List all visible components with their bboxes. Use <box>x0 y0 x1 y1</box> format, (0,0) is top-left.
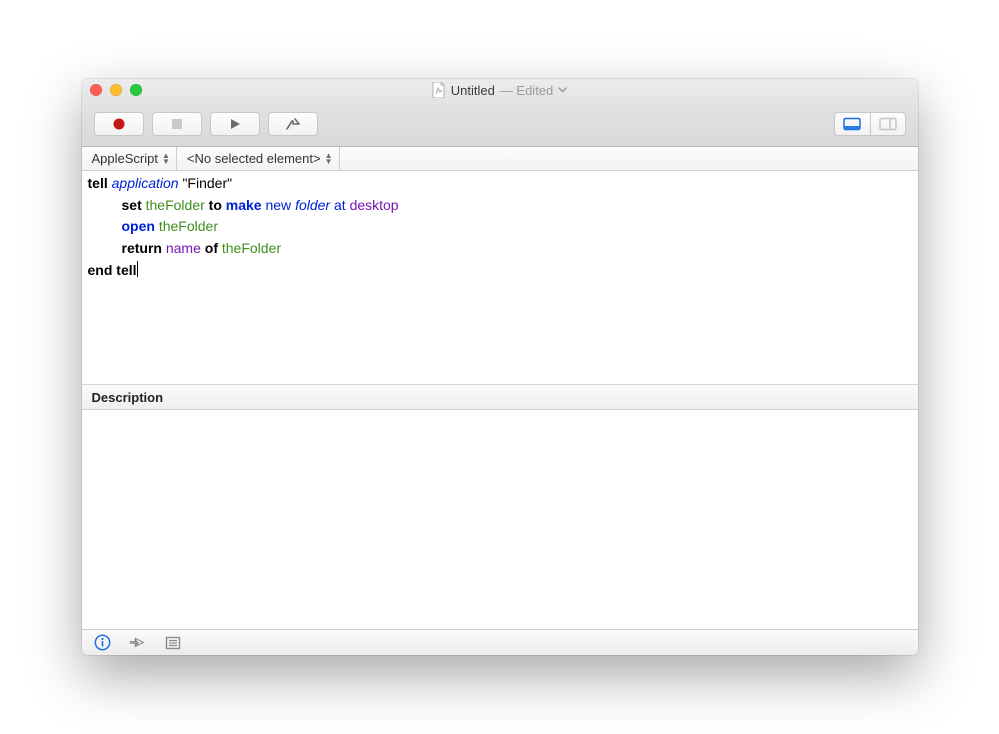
run-button[interactable] <box>210 112 260 136</box>
code-line-3: open theFolder <box>88 218 219 234</box>
document-proxy-icon <box>432 82 446 98</box>
navigation-bar: AppleScript ▲▼ <No selected element> ▲▼ <box>82 147 918 171</box>
zoom-window-button[interactable] <box>130 84 142 96</box>
window-title: Untitled — Edited <box>82 82 918 98</box>
text-cursor <box>137 261 138 277</box>
editor-view-button[interactable] <box>834 112 870 136</box>
code-line-5: end tell <box>88 262 138 278</box>
edited-indicator: — Edited <box>500 83 553 98</box>
log-pane-button[interactable] <box>165 636 181 650</box>
stepper-icon: ▲▼ <box>325 153 333 165</box>
script-editor-window: Untitled — Edited <box>82 79 918 655</box>
stop-button[interactable] <box>152 112 202 136</box>
language-label: AppleScript <box>92 151 158 166</box>
titlebar[interactable]: Untitled — Edited <box>82 79 918 101</box>
description-label: Description <box>92 390 164 405</box>
code-line-4: return name of theFolder <box>88 240 282 256</box>
language-popup[interactable]: AppleScript ▲▼ <box>82 147 177 170</box>
document-name: Untitled <box>451 83 495 98</box>
accessory-label: <No selected element> <box>187 151 321 166</box>
status-bar <box>82 629 918 655</box>
result-pane-button[interactable] <box>129 636 147 650</box>
description-header[interactable]: Description <box>82 384 918 410</box>
description-textview[interactable] <box>82 410 918 629</box>
window-controls <box>90 84 142 96</box>
record-button[interactable] <box>94 112 144 136</box>
stepper-icon: ▲▼ <box>162 153 170 165</box>
title-menu-chevron-icon <box>558 84 567 96</box>
compile-button[interactable] <box>268 112 318 136</box>
code-line-2: set theFolder to make new folder at desk… <box>88 197 399 213</box>
view-mode-segmented-control <box>834 112 906 136</box>
bundle-info-button[interactable] <box>94 634 111 651</box>
code-line-1: tell application "Finder" <box>88 175 233 191</box>
log-view-button[interactable] <box>870 112 906 136</box>
toolbar <box>82 101 918 147</box>
minimize-window-button[interactable] <box>110 84 122 96</box>
accessory-popup[interactable]: <No selected element> ▲▼ <box>177 147 340 170</box>
script-editor-textview[interactable]: tell application "Finder" set theFolder … <box>82 171 918 384</box>
close-window-button[interactable] <box>90 84 102 96</box>
